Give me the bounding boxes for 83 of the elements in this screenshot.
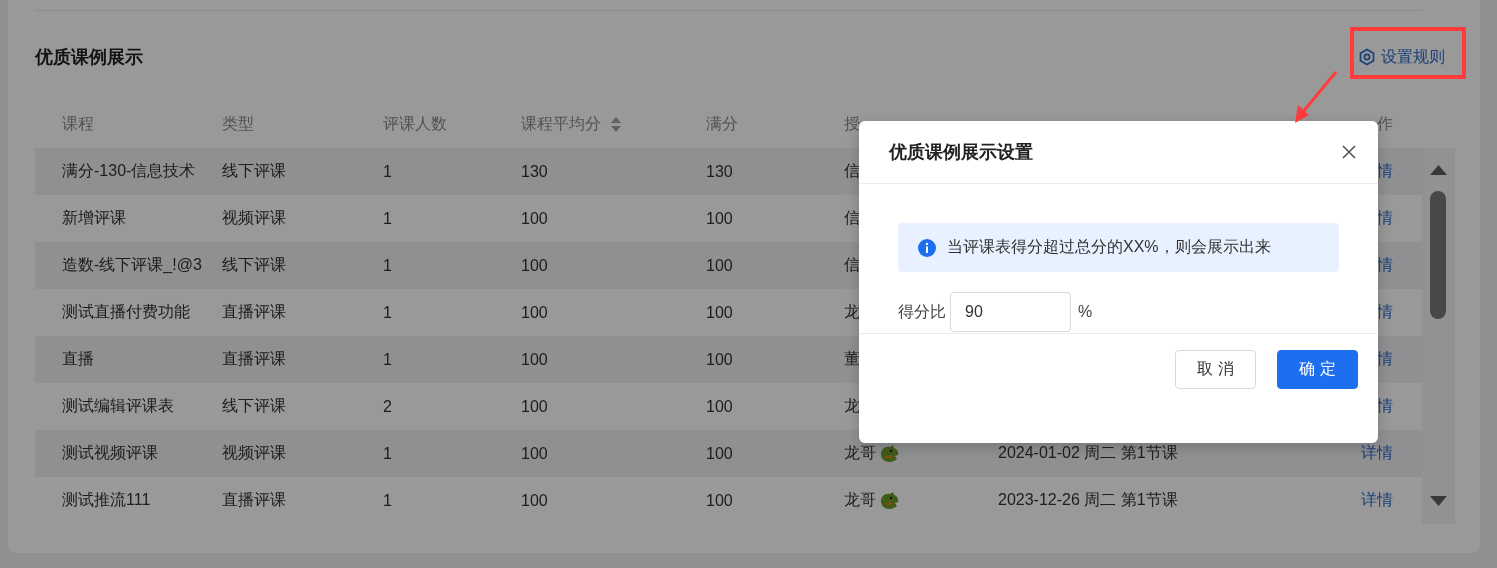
table-cell: 100 [521,303,548,322]
table-cell: 100 [521,256,548,275]
column-header: 作 [1377,114,1393,134]
column-header: 授 [844,114,860,134]
table-cell-text: 直播评课 [222,490,286,510]
table-cell-text: 满分-130-信息技术 [62,161,196,181]
column-header: 评课人数 [383,114,447,134]
table-cell: 130 [521,162,548,181]
table-cell-text: 线下评课 [222,161,286,181]
scrollbar[interactable] [1422,148,1455,524]
table-cell-text: 测试推流111 [62,490,151,510]
column-header: 满分 [706,114,738,134]
column-header[interactable]: 课程平均分 [521,114,601,135]
table-cell-text: 直播 [62,349,94,369]
table-cell-text: 测试编辑评课表 [62,396,174,416]
table-cell: 100 [706,491,733,510]
sort-icon[interactable] [611,116,621,133]
table-cell-text: 视频评课 [222,208,286,228]
teacher-name: 龙 [844,302,860,322]
table-cell-text: 线下评课 [222,255,286,275]
unit-label: % [1078,303,1093,321]
table-cell: 1 [383,444,392,463]
annotation-arrow [1295,71,1338,123]
table-cell: 100 [706,303,733,322]
section-title: 优质课例展示 [35,46,143,69]
table-cell: 100 [706,256,733,275]
scroll-down-icon[interactable] [1430,496,1447,506]
column-header: 课程 [62,114,94,134]
table-cell-text: 2024-01-02 周二 第1节课 [998,443,1178,463]
details-link[interactable]: 详情 [1361,490,1393,511]
details-link[interactable]: 情 [1377,255,1393,276]
table-cell-text: 视频评课 [222,443,286,463]
table-cell: 130 [706,162,733,181]
scroll-up-icon[interactable] [1430,165,1447,175]
teacher-name: 信 [844,161,860,181]
teacher-name: 龙哥 [844,443,876,463]
table-cell: 100 [521,350,548,369]
table-cell-text: 直播评课 [222,302,286,322]
table-cell: 100 [706,209,733,228]
confirm-button[interactable]: 确 定 [1277,350,1358,389]
score-ratio-field[interactable]: 90 [950,292,1071,332]
table-cell: 1 [383,491,392,510]
field-label: 得分比 [898,301,946,322]
details-link[interactable]: 情 [1377,396,1393,417]
table-cell: 100 [706,350,733,369]
table-cell: 1 [383,350,392,369]
teacher-name: 龙哥 [844,490,876,510]
table-cell-text: 新增评课 [62,208,126,228]
table-cell-text: 造数-线下评课_!@3 [62,255,202,275]
details-link[interactable]: 情 [1377,302,1393,323]
set-rule-link[interactable]: 设置规则 [1359,46,1445,68]
hexagon-gear-icon [1359,48,1375,66]
table-cell: 100 [521,491,548,510]
notice-text: 当评课表得分超过总分的XX%，则会展示出来 [947,237,1271,257]
details-link[interactable]: 情 [1377,349,1393,370]
table-cell-text: 2023-12-26 周二 第1节课 [998,490,1178,510]
table-cell: 1 [383,256,392,275]
table-cell: 2 [383,397,392,416]
details-link[interactable]: 情 [1377,161,1393,182]
table-cell-text: 直播评课 [222,349,286,369]
table-cell: 100 [521,209,548,228]
table-cell: 1 [383,209,392,228]
teacher-name: 龙 [844,396,860,416]
table-cell-text: 线下评课 [222,396,286,416]
info-icon [918,238,936,257]
scrollbar-thumb[interactable] [1430,191,1446,319]
details-link[interactable]: 情 [1377,208,1393,229]
teacher-name: 董 [844,349,860,369]
details-link[interactable]: 详情 [1361,443,1393,464]
column-header: 类型 [222,114,254,134]
table-cell: 100 [706,397,733,416]
table-cell-text: 测试视频评课 [62,443,158,463]
close-icon[interactable] [1342,145,1356,159]
table-cell: 100 [706,444,733,463]
cancel-button[interactable]: 取 消 [1175,350,1256,389]
table-cell-text: 测试直播付费功能 [62,302,190,322]
table-cell: 1 [383,303,392,322]
table-cell: 100 [521,444,548,463]
dialog-title: 优质课例展示设置 [889,141,1033,164]
teacher-name: 信 [844,255,860,275]
teacher-name: 信 [844,208,860,228]
table-cell: 100 [521,397,548,416]
table-cell: 1 [383,162,392,181]
